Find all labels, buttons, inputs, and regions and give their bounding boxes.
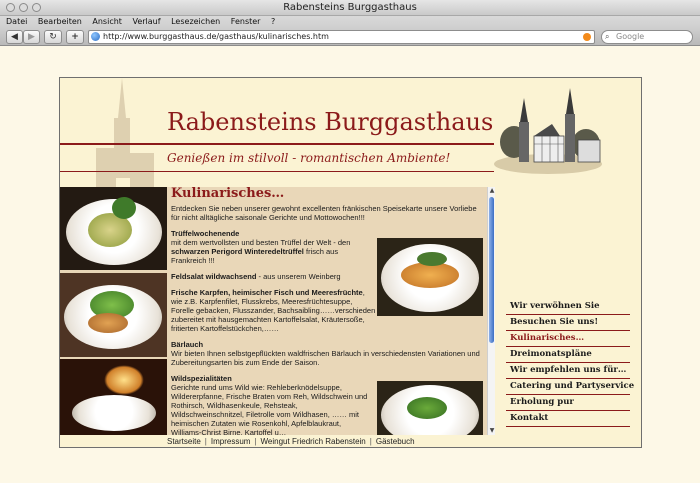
nav-item-besuchen[interactable]: Besuchen Sie uns! bbox=[506, 315, 630, 331]
zoom-window-icon[interactable] bbox=[32, 3, 41, 12]
section-fish: Frische Karpfen, heimischer Fisch und Me… bbox=[171, 288, 484, 333]
content-text: Kulinarisches… Entdecken Sie neben unser… bbox=[171, 187, 484, 435]
nav-item-catering[interactable]: Catering und Partyservice bbox=[506, 379, 634, 395]
footer-separator: | bbox=[204, 437, 207, 446]
reload-icon: ↻ bbox=[49, 32, 57, 42]
content-scrollbar[interactable]: ▲ ▼ bbox=[487, 187, 495, 435]
section-game: Wildspezialitäten Gerichte rund ums Wild… bbox=[171, 374, 371, 435]
slogan-divider bbox=[60, 171, 494, 172]
footer-separator: | bbox=[369, 437, 372, 446]
search-input[interactable]: ⌕ Google bbox=[601, 30, 693, 44]
footer-separator: | bbox=[254, 437, 257, 446]
section-baerlauch-text: Wir bieten Ihnen selbstgepflückten waldf… bbox=[171, 349, 480, 367]
menu-datei[interactable]: Datei bbox=[6, 17, 27, 26]
window-title: Rabensteins Burggasthaus bbox=[283, 2, 417, 13]
church-drawing-image bbox=[494, 88, 602, 174]
add-bookmark-button[interactable]: + bbox=[66, 30, 84, 44]
footer-link-startseite[interactable]: Startseite bbox=[167, 437, 201, 446]
reload-button[interactable]: ↻ bbox=[44, 30, 62, 44]
footer-link-gaestebuch[interactable]: Gästebuch bbox=[376, 437, 415, 446]
nav-item-verwoehnen[interactable]: Wir verwöhnen Sie bbox=[506, 299, 630, 315]
browser-toolbar: ◀ ▶ ↻ + http://www.burggasthaus.de/gasth… bbox=[0, 28, 700, 46]
menu-lesezeichen[interactable]: Lesezeichen bbox=[171, 17, 220, 26]
search-icon: ⌕ bbox=[605, 32, 610, 41]
intro-text: Entdecken Sie neben unserer gewohnt exce… bbox=[171, 204, 477, 222]
nav-item-kulinarisches[interactable]: Kulinarisches… bbox=[506, 331, 630, 347]
section-game-text: Gerichte rund ums Wild wie: Rehleberknöd… bbox=[171, 383, 368, 435]
title-divider bbox=[60, 143, 494, 145]
menubar: Datei Bearbeiten Ansicht Verlauf Lesezei… bbox=[0, 16, 700, 28]
food-photo-truffle bbox=[60, 187, 167, 270]
window-controls bbox=[6, 3, 41, 12]
close-window-icon[interactable] bbox=[6, 3, 15, 12]
section-truffle-bold: schwarzen Perigord Winteredeltrüffel bbox=[171, 247, 304, 256]
section-salad-text: - aus unserem Weinberg bbox=[258, 272, 341, 281]
menu-help[interactable]: ? bbox=[271, 17, 275, 26]
scroll-thumb[interactable] bbox=[489, 197, 494, 343]
scroll-down-icon[interactable]: ▼ bbox=[488, 427, 495, 435]
content-heading: Kulinarisches… bbox=[171, 187, 285, 201]
footer-link-weingut[interactable]: Weingut Friedrich Rabenstein bbox=[261, 437, 366, 446]
back-arrow-icon: ◀ bbox=[11, 32, 18, 42]
url-text: http://www.burggasthaus.de/gasthaus/kuli… bbox=[103, 32, 329, 41]
window-titlebar: Rabensteins Burggasthaus bbox=[0, 0, 700, 16]
site-navigation: Wir verwöhnen Sie Besuchen Sie uns! Kuli… bbox=[506, 299, 634, 427]
menu-verlauf[interactable]: Verlauf bbox=[132, 17, 160, 26]
rss-icon[interactable] bbox=[583, 33, 591, 41]
footer-links: Startseite | Impressum | Weingut Friedrich R… bbox=[167, 437, 415, 446]
section-salad-title: Feldsalat wildwachsend bbox=[171, 272, 257, 281]
url-input[interactable]: http://www.burggasthaus.de/gasthaus/kuli… bbox=[88, 30, 595, 44]
food-photo-salad bbox=[60, 273, 167, 357]
forward-arrow-icon: ▶ bbox=[28, 32, 35, 42]
nav-item-dreimonatsplaene[interactable]: Dreimonatspläne bbox=[506, 347, 630, 363]
scroll-up-icon[interactable]: ▲ bbox=[488, 187, 495, 195]
search-placeholder: Google bbox=[616, 32, 645, 41]
church-watermark-image bbox=[96, 78, 154, 193]
nav-item-empfehlen[interactable]: Wir empfehlen uns für… bbox=[506, 363, 630, 379]
forward-button[interactable]: ▶ bbox=[23, 30, 40, 44]
nav-item-erholung[interactable]: Erholung pur bbox=[506, 395, 630, 411]
section-truffle-text-a: mit dem wertvollsten und besten Trüffel … bbox=[171, 238, 351, 247]
section-truffle-title: Trüffelwochenende bbox=[171, 229, 240, 238]
section-fish-title: Frische Karpfen, heimischer Fisch und Me… bbox=[171, 288, 363, 297]
globe-icon bbox=[91, 32, 100, 41]
food-photo-dessert bbox=[60, 359, 167, 435]
website-frame: Rabensteins Burggasthaus Genießen im sti… bbox=[59, 77, 642, 448]
section-baerlauch-title: Bärlauch bbox=[171, 340, 204, 349]
section-game-title: Wildspezialitäten bbox=[171, 374, 232, 383]
plus-icon: + bbox=[71, 32, 79, 42]
site-title: Rabensteins Burggasthaus bbox=[167, 108, 494, 136]
site-slogan: Genießen im stilvoll - romantischen Ambi… bbox=[167, 151, 451, 165]
content-panel: Kulinarisches… Entdecken Sie neben unser… bbox=[60, 187, 495, 435]
minimize-window-icon[interactable] bbox=[19, 3, 28, 12]
section-truffle: Trüffelwochenende mit dem wertvollsten u… bbox=[171, 229, 371, 265]
menu-fenster[interactable]: Fenster bbox=[231, 17, 261, 26]
section-salad: Feldsalat wildwachsend - aus unserem Wei… bbox=[171, 272, 371, 281]
menu-ansicht[interactable]: Ansicht bbox=[92, 17, 122, 26]
back-button[interactable]: ◀ bbox=[6, 30, 23, 44]
footer-link-impressum[interactable]: Impressum bbox=[211, 437, 251, 446]
menu-bearbeiten[interactable]: Bearbeiten bbox=[38, 17, 82, 26]
section-baerlauch: Bärlauch Wir bieten Ihnen selbstgepflück… bbox=[171, 340, 484, 367]
nav-item-kontakt[interactable]: Kontakt bbox=[506, 411, 630, 427]
